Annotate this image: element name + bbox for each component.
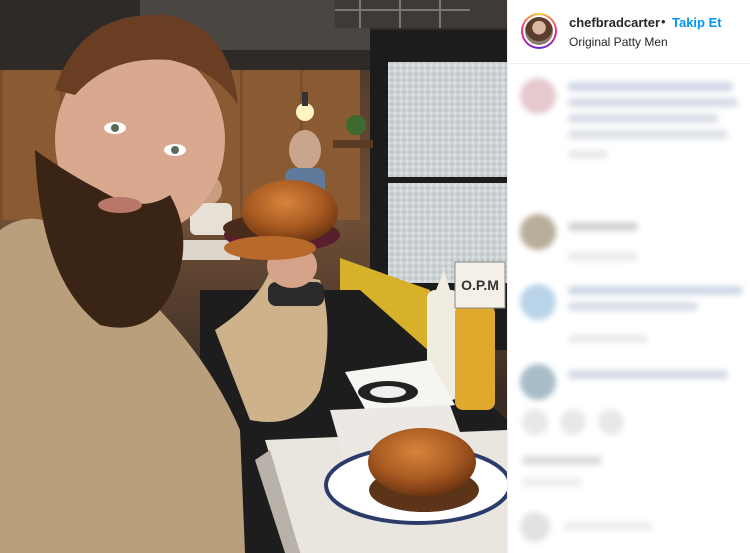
opm-sign-text: O.P.M — [461, 277, 499, 293]
post-header: chefbradcarter • Takip Et Original Patty… — [508, 0, 750, 64]
separator-dot: • — [661, 14, 666, 29]
like-icon[interactable] — [522, 409, 548, 435]
comment-avatar — [520, 364, 556, 400]
comment-icon[interactable] — [560, 409, 586, 435]
user-avatar-icon — [525, 17, 553, 45]
follow-button[interactable]: Takip Et — [672, 15, 722, 30]
post-date — [522, 478, 582, 487]
post-sidebar: chefbradcarter • Takip Et Original Patty… — [507, 0, 750, 553]
share-icon[interactable] — [598, 409, 624, 435]
location-link[interactable]: Original Patty Men — [569, 35, 668, 49]
comment-avatar — [520, 78, 556, 114]
emoji-icon[interactable] — [520, 512, 550, 542]
comment-avatar — [520, 214, 556, 250]
comment-input[interactable] — [563, 522, 653, 531]
username-link[interactable]: chefbradcarter — [569, 15, 660, 30]
comment-avatar — [520, 284, 556, 320]
likes-count — [522, 456, 602, 465]
photo-scene: O.P.M — [0, 0, 507, 553]
post-photo[interactable]: O.P.M — [0, 0, 507, 553]
comments-list — [508, 64, 750, 553]
profile-avatar[interactable] — [521, 13, 557, 49]
